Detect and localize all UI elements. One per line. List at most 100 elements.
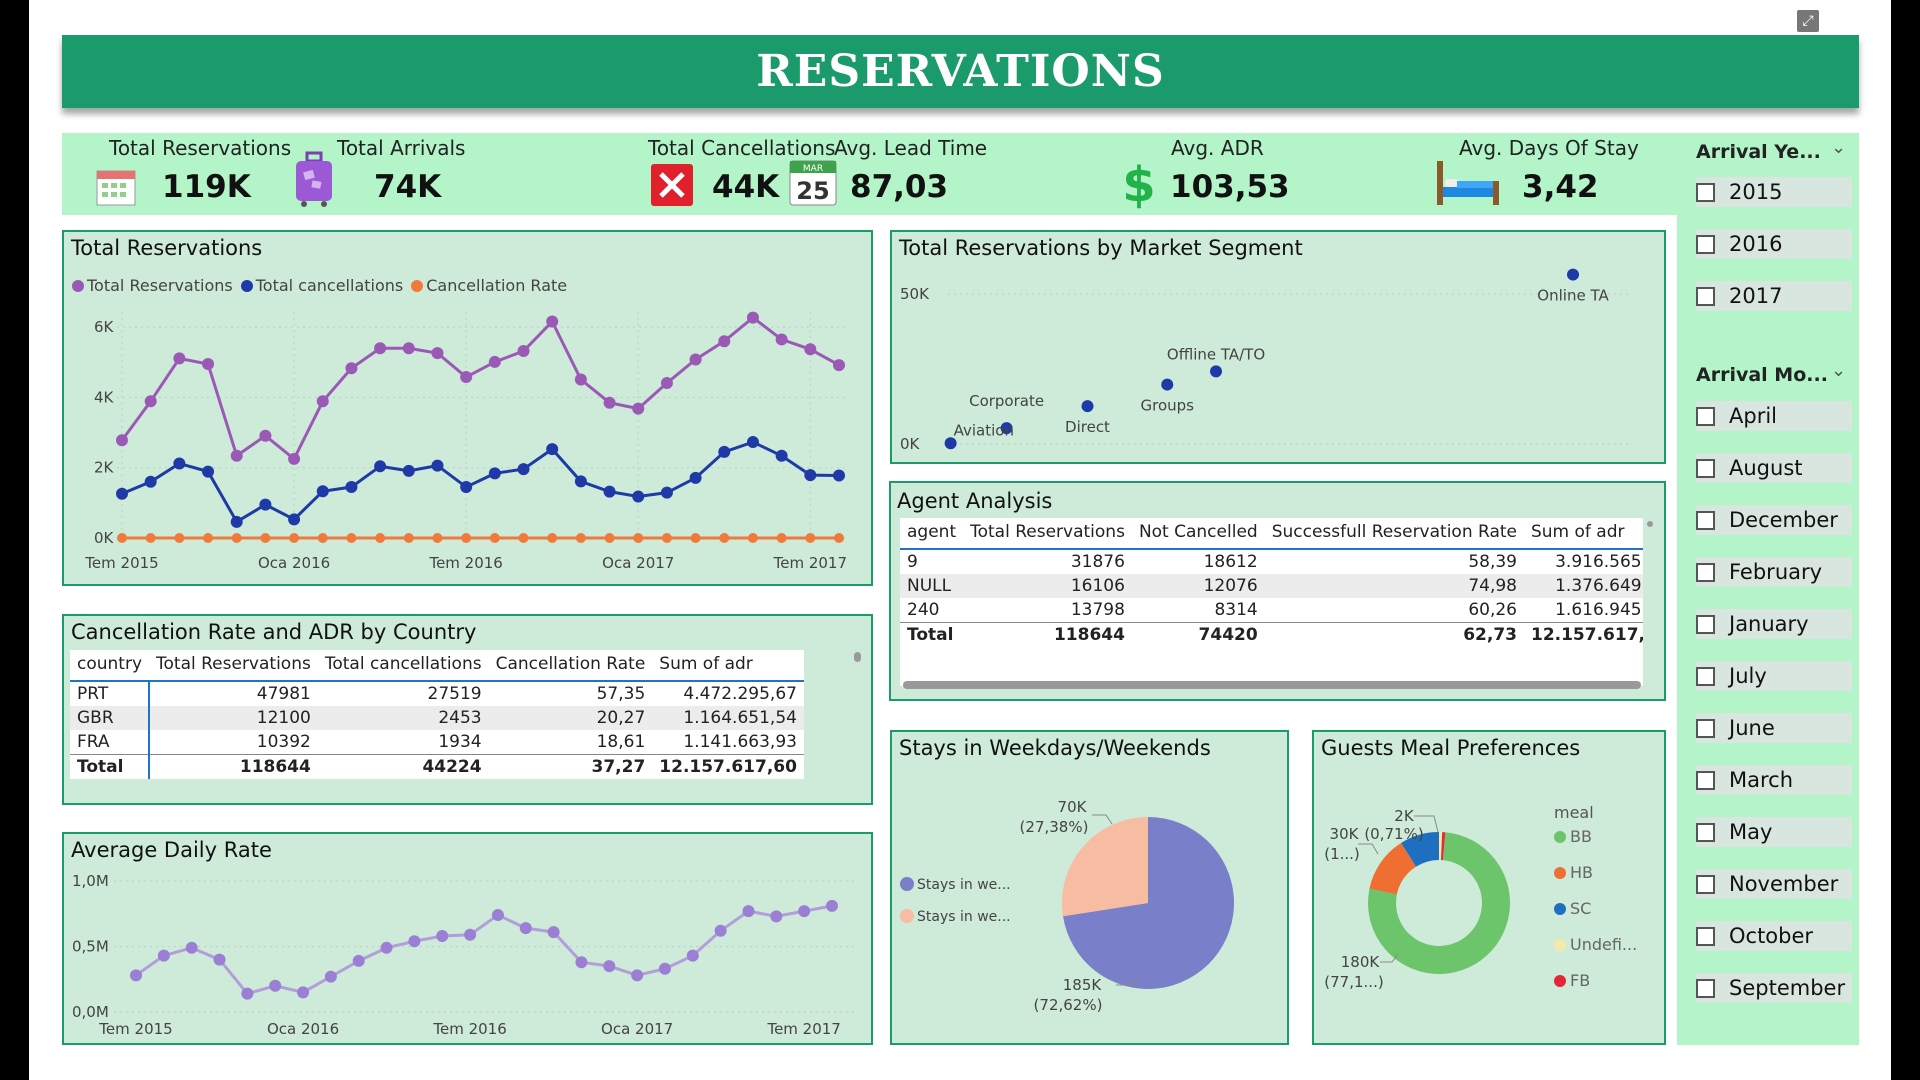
- total-row: Total1186447442062,7312.157.617,60: [900, 622, 1643, 647]
- checkbox[interactable]: [1696, 406, 1715, 426]
- data-point: [574, 373, 587, 386]
- table-cell: 2453: [317, 706, 489, 730]
- checkbox[interactable]: [1696, 666, 1715, 686]
- kpi-label: Total Reservations: [109, 136, 292, 160]
- x-tick-label: Tem 2017: [766, 1020, 840, 1038]
- total-cell: 44224: [317, 754, 489, 779]
- legend-marker: [900, 877, 914, 891]
- checkbox[interactable]: [1696, 978, 1715, 998]
- dollar-icon: $: [1122, 157, 1155, 211]
- checkbox[interactable]: [1696, 510, 1715, 530]
- table-row[interactable]: 240 13798 8314 60,26 1.616.945,18: [900, 598, 1643, 623]
- slicer-option[interactable]: October: [1696, 921, 1852, 951]
- slicer-option[interactable]: February: [1696, 557, 1852, 587]
- slice-value-label: 70K: [1058, 798, 1088, 816]
- agent-table-viewport: agent Total Reservations Not Cancelled Succ…: [900, 518, 1643, 686]
- slicer-option[interactable]: January: [1696, 609, 1852, 639]
- slicer-option[interactable]: September: [1696, 973, 1852, 1003]
- data-point: [546, 443, 559, 456]
- column-header[interactable]: country: [70, 650, 150, 682]
- table-cell: GBR: [70, 706, 151, 730]
- dollar-sign-text: $: [1122, 157, 1155, 211]
- data-point: [517, 463, 530, 476]
- slicer-option[interactable]: 2017: [1696, 281, 1852, 311]
- y-tick-label: 4K: [94, 388, 115, 406]
- slicer-option[interactable]: November: [1696, 869, 1852, 899]
- calendar-icon: [96, 170, 136, 206]
- total-reservations-plot[interactable]: 0K 2K 4K 6K Tem 2015 Oca 2016 Tem 2016 Oca 2017…: [64, 232, 871, 584]
- checkbox[interactable]: [1696, 926, 1715, 946]
- table-row[interactable]: 9 31876 18612 58,39 3.916.565,47: [900, 549, 1643, 574]
- slicer-option[interactable]: May: [1696, 817, 1852, 847]
- data-point: [231, 533, 242, 543]
- table-row[interactable]: FRA 10392 1934 18,61 1.141.663,93: [70, 730, 804, 755]
- bed-icon: [1437, 161, 1499, 205]
- data-point: [489, 533, 500, 543]
- adr-panel: Average Daily Rate 0,0M 0,5M 1,0M Tem 2015 O…: [62, 832, 873, 1045]
- point-label: Corporate: [969, 392, 1044, 410]
- checkbox[interactable]: [1696, 770, 1715, 790]
- slicer-option[interactable]: April: [1696, 401, 1852, 431]
- leader-line: [1358, 843, 1379, 855]
- column-header[interactable]: agent: [900, 518, 964, 550]
- checkbox[interactable]: [1696, 822, 1715, 842]
- checkbox[interactable]: [1696, 182, 1715, 202]
- checkbox[interactable]: [1696, 458, 1715, 478]
- checkbox[interactable]: [1696, 718, 1715, 738]
- checkbox[interactable]: [1696, 234, 1715, 254]
- slicer-option[interactable]: 2015: [1696, 177, 1852, 207]
- stays-plot[interactable]: 70K(27,38%)185K(72,62%)Stays in we...Sta…: [892, 732, 1287, 1043]
- checkbox[interactable]: [1696, 562, 1715, 582]
- slicer-option[interactable]: December: [1696, 505, 1852, 535]
- chevron-down-icon[interactable]: ⌄: [1831, 360, 1846, 381]
- slicer-option[interactable]: June: [1696, 713, 1852, 743]
- checkbox[interactable]: [1696, 286, 1715, 306]
- column-header[interactable]: Total cancellations: [317, 650, 489, 682]
- column-header[interactable]: Successfull Reservation Rate: [1264, 518, 1524, 550]
- table-cell: 10392: [256, 732, 311, 752]
- legend-title: meal: [1554, 803, 1594, 822]
- chevron-down-icon[interactable]: ⌄: [1831, 137, 1846, 158]
- data-point: [575, 533, 586, 543]
- table-cell: 13798: [1070, 600, 1125, 620]
- table-row[interactable]: PRT 47981 27519 57,35 4.472.295,67: [70, 681, 804, 706]
- slicer-option[interactable]: July: [1696, 661, 1852, 691]
- legend-marker: [900, 909, 914, 923]
- column-header[interactable]: Sum of adr: [1523, 518, 1643, 550]
- focus-mode-icon[interactable]: ⤢: [1797, 10, 1819, 32]
- slicer-option[interactable]: March: [1696, 765, 1852, 795]
- data-point: [488, 355, 501, 368]
- table-row[interactable]: GBR 12100 2453 20,27 1.164.651,54: [70, 706, 804, 730]
- country-panel: Cancellation Rate and ADR by Country cou…: [62, 614, 873, 805]
- slicer-option[interactable]: August: [1696, 453, 1852, 483]
- checkbox[interactable]: [1696, 614, 1715, 634]
- slicer-option-label: April: [1729, 404, 1777, 428]
- column-header[interactable]: Total Reservations: [149, 650, 318, 682]
- market-segment-plot[interactable]: 0K 50K Online TA Offline TA/TO Groups Direct C…: [892, 232, 1664, 462]
- table-row[interactable]: NULL161061207674,981.376.649,44: [900, 574, 1643, 598]
- total-cell: 37,27: [488, 754, 653, 779]
- market-segment-panel: Total Reservations by Market Segment 0K 5…: [890, 230, 1666, 464]
- data-point: [805, 533, 816, 543]
- leader-line: [1092, 814, 1113, 825]
- horizontal-scrollbar[interactable]: [903, 681, 1641, 689]
- column-header[interactable]: Total Reservations: [963, 518, 1132, 550]
- kpi-strip: Total Reservations 119K Total Arrivals 7…: [62, 133, 1677, 215]
- column-header[interactable]: Not Cancelled: [1131, 518, 1265, 550]
- vertical-scrollbar[interactable]: [854, 652, 861, 662]
- y-tick-label: 6K: [94, 318, 115, 336]
- data-point: [402, 342, 415, 355]
- column-header[interactable]: Cancellation Rate: [488, 650, 653, 682]
- checkbox[interactable]: [1696, 874, 1715, 894]
- kpi-value: 119K: [162, 169, 251, 205]
- slicer-option-label: August: [1729, 456, 1803, 480]
- vertical-scrollbar[interactable]: [1647, 521, 1653, 527]
- suitcase-icon: [296, 151, 332, 207]
- data-point: [461, 533, 472, 543]
- meal-plot[interactable]: 2K 30K (0,71%)(1...) 180K (77,1...) meal BB HB S…: [1314, 732, 1664, 1043]
- adr-plot[interactable]: 0,0M 0,5M 1,0M Tem 2015 Oca 2016 Tem 2016 Oca …: [64, 834, 871, 1043]
- column-header[interactable]: Sum of adr: [652, 650, 804, 682]
- point-label: Aviation: [954, 421, 1014, 439]
- agent-table: agent Total Reservations Not Cancelled Succ…: [900, 518, 1643, 647]
- slicer-option[interactable]: 2016: [1696, 229, 1852, 259]
